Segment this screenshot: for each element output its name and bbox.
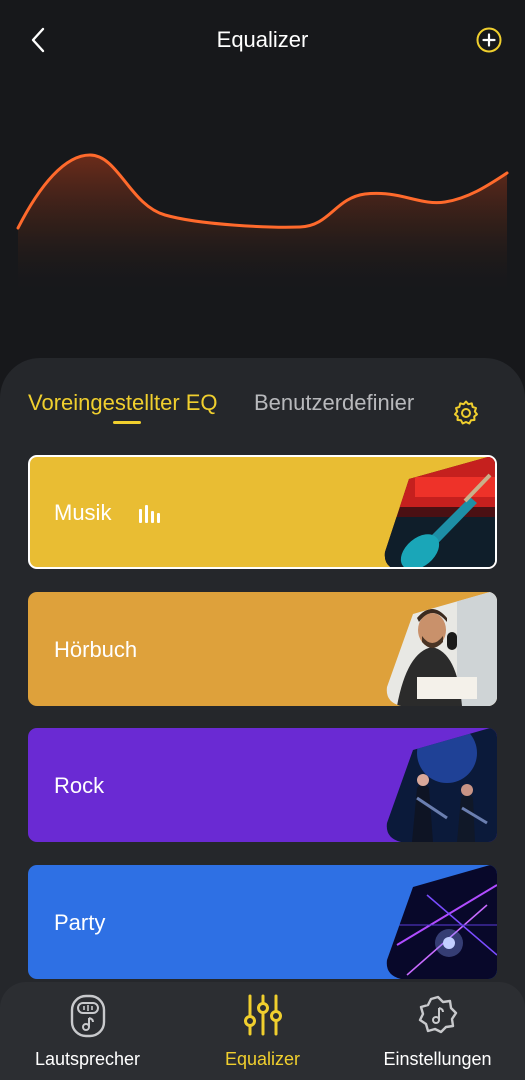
equalizer-curve-fill xyxy=(18,155,507,295)
add-preset-icon[interactable] xyxy=(475,26,503,54)
guitar-photo xyxy=(384,457,495,567)
speaker-icon xyxy=(70,994,105,1038)
top-bar: Equalizer xyxy=(0,0,525,80)
preset-label: Rock xyxy=(54,773,105,798)
gear-icon[interactable] xyxy=(452,399,480,427)
nav-label: Lautsprecher xyxy=(34,1049,141,1069)
preset-card-party[interactable]: Party xyxy=(28,865,497,979)
man-at-microphone-photo xyxy=(386,592,497,706)
preset-label: Party xyxy=(54,910,106,935)
nav-label: Einstellungen xyxy=(383,1049,492,1069)
now-playing-bars-icon xyxy=(139,505,160,523)
nav-speaker[interactable]: Lautsprecher xyxy=(0,982,175,1080)
preset-label: Musik xyxy=(54,500,112,525)
bottom-navigation: Lautsprecher Equalizer Einstellungen xyxy=(0,982,525,1080)
sliders-icon xyxy=(243,994,282,1036)
nav-label: Equalizer xyxy=(224,1049,301,1069)
nav-settings[interactable]: Einstellungen xyxy=(350,982,525,1080)
preset-card-horbuch[interactable]: Hörbuch xyxy=(28,592,497,706)
tab-preset-eq[interactable]: Voreingestellter EQ xyxy=(28,390,218,416)
rock-concert-photo xyxy=(386,728,497,842)
nav-equalizer[interactable]: Equalizer xyxy=(175,982,350,1080)
page-title: Equalizer xyxy=(216,27,309,52)
preset-card-rock[interactable]: Rock xyxy=(28,728,497,842)
party-lights-photo xyxy=(386,865,497,979)
tab-custom-eq[interactable]: Benutzerdefinier xyxy=(254,390,426,416)
active-tab-indicator xyxy=(113,421,141,424)
preset-label: Hörbuch xyxy=(54,637,138,662)
settings-icon xyxy=(418,995,457,1034)
equalizer-curve xyxy=(16,153,509,295)
preset-card-musik[interactable]: Musik xyxy=(28,455,497,569)
